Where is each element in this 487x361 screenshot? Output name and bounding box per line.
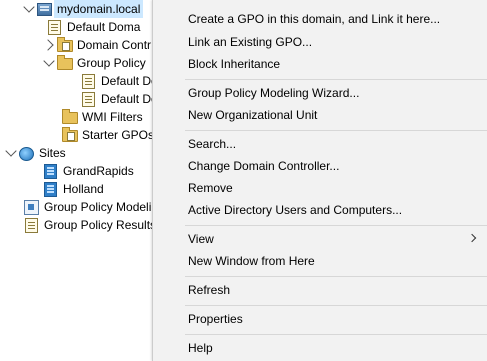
menu-item-label: Active Directory Users and Computers... (188, 203, 403, 217)
site-icon (42, 163, 58, 179)
tree-label: Group Policy (77, 56, 146, 70)
menu-item-label: Remove (188, 181, 233, 195)
tree-label: Domain Contr (77, 38, 152, 52)
menu-item-label: Create a GPO in this domain, and Link it… (188, 12, 441, 26)
tree-label: Default Doma (67, 20, 141, 34)
folder-icon (56, 55, 73, 71)
globe-icon (18, 145, 34, 161)
tree-node-gpo-1[interactable]: Default Do (80, 72, 158, 90)
folder-icon (61, 127, 78, 143)
tree-node-group-policy-results[interactable]: Group Policy Results (23, 216, 156, 234)
menu-item-label: Help (188, 341, 213, 355)
menu-item-block-inheritance[interactable]: Block Inheritance (153, 53, 487, 75)
menu-item-view[interactable]: View (153, 228, 487, 250)
tree-label: Default Do (101, 92, 158, 106)
menu-item-properties[interactable]: Properties (153, 308, 487, 330)
menu-item-label: Search... (188, 137, 237, 151)
menu-item-label: Link an Existing GPO... (188, 35, 313, 49)
context-menu: Create a GPO in this domain, and Link it… (152, 0, 487, 361)
menu-separator (185, 130, 487, 131)
folder-icon (61, 109, 78, 125)
menu-item-aduc[interactable]: Active Directory Users and Computers... (153, 199, 487, 221)
tree-node-gpo-2[interactable]: Default Do (80, 90, 158, 108)
tree-label: GrandRapids (63, 164, 134, 178)
tree-label: Starter GPOs (82, 128, 155, 142)
tree-node-wmi-filters[interactable]: WMI Filters (61, 108, 143, 126)
menu-item-change-dc[interactable]: Change Domain Controller... (153, 155, 487, 177)
domain-icon (36, 1, 52, 17)
gpo-link-icon (46, 19, 62, 35)
menu-item-new-window[interactable]: New Window from Here (153, 250, 487, 272)
console-tree: mydomain.local Default Doma Domain Contr… (0, 0, 160, 361)
site-icon (42, 181, 58, 197)
tree-node-group-policy-modeling[interactable]: Group Policy Modeli (23, 198, 151, 216)
gpo-document-icon (80, 91, 96, 107)
menu-separator (185, 225, 487, 226)
tree-node-starter-gpos[interactable]: Starter GPOs (61, 126, 154, 144)
menu-item-label: Block Inheritance (188, 57, 281, 71)
expander-chevron-down-icon[interactable] (4, 144, 18, 162)
menu-item-label: Change Domain Controller... (188, 159, 340, 173)
tree-node-site-grandrapids[interactable]: GrandRapids (42, 162, 134, 180)
tree-node-group-policy-objects[interactable]: Group Policy (42, 54, 146, 72)
expander-chevron-down-icon[interactable] (42, 54, 56, 72)
menu-item-link-existing-gpo[interactable]: Link an Existing GPO... (153, 31, 487, 53)
menu-item-refresh[interactable]: Refresh (153, 279, 487, 301)
submenu-arrow-icon (467, 233, 477, 243)
tree-node-default-domain-policy[interactable]: Default Doma (46, 18, 140, 36)
menu-separator (185, 305, 487, 306)
gpo-document-icon (80, 73, 96, 89)
tree-node-site-holland[interactable]: Holland (42, 180, 104, 198)
menu-item-label: Group Policy Modeling Wizard... (188, 86, 360, 100)
tree-label: Sites (39, 146, 66, 160)
expander-chevron-right-icon[interactable] (41, 36, 56, 54)
tree-node-domain[interactable]: mydomain.local (22, 0, 144, 18)
tree-label: mydomain.local (54, 0, 144, 18)
tree-label: Group Policy Modeli (44, 200, 152, 214)
menu-item-remove[interactable]: Remove (153, 177, 487, 199)
tree-label: Holland (63, 182, 104, 196)
expander-chevron-down-icon[interactable] (22, 0, 36, 18)
menu-item-help[interactable]: Help (153, 337, 487, 359)
menu-item-create-gpo-link[interactable]: Create a GPO in this domain, and Link it… (153, 8, 487, 30)
tree-node-sites[interactable]: Sites (4, 144, 66, 162)
menu-item-label: Properties (188, 312, 243, 326)
modeling-icon (23, 199, 39, 215)
results-icon (23, 217, 39, 233)
menu-item-modeling-wizard[interactable]: Group Policy Modeling Wizard... (153, 82, 487, 104)
menu-item-label: New Window from Here (188, 254, 315, 268)
menu-item-label: New Organizational Unit (188, 108, 318, 122)
tree-label: WMI Filters (82, 110, 143, 124)
menu-item-new-ou[interactable]: New Organizational Unit (153, 104, 487, 126)
tree-label: Default Do (101, 74, 158, 88)
tree-label: Group Policy Results (44, 218, 157, 232)
menu-item-search[interactable]: Search... (153, 133, 487, 155)
ou-folder-icon (56, 37, 73, 53)
menu-item-label: View (188, 232, 214, 246)
tree-node-domain-controllers[interactable]: Domain Contr (41, 36, 152, 54)
menu-item-label: Refresh (188, 283, 231, 297)
menu-separator (185, 276, 487, 277)
menu-separator (185, 79, 487, 80)
menu-separator (185, 334, 487, 335)
